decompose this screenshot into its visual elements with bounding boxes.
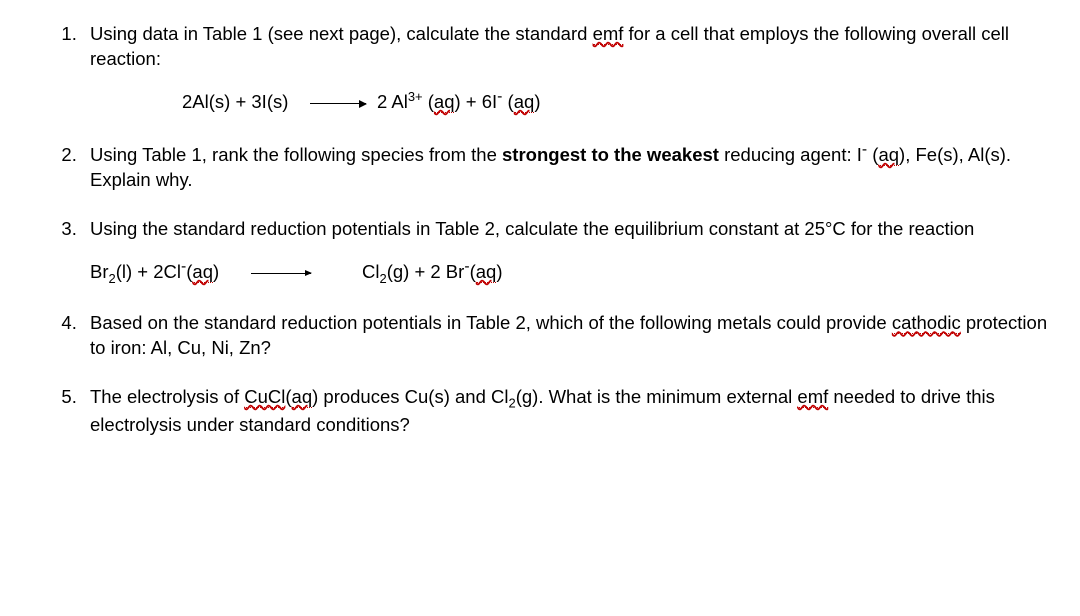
question-list: Using data in Table 1 (see next page), c…	[30, 22, 1050, 438]
question-3: Using the standard reduction potentials …	[82, 217, 1050, 287]
q3-equation: Br2(l) + 2Cl-(aq) Cl2(g) + 2 Br-(aq)	[90, 256, 1050, 287]
spellcheck-aq: aq	[878, 144, 899, 166]
q5-text: The electrolysis of CuCl(aq) produces Cu…	[90, 386, 995, 434]
spellcheck-aq: aq	[292, 386, 313, 408]
spellcheck-aq: aq	[192, 261, 213, 283]
reaction-arrow-icon	[251, 273, 311, 274]
q4-text: Based on the standard reduction potentia…	[90, 312, 1047, 358]
q1-equation: 2Al(s) + 3I(s) 2 Al3+ (aq) + 6I- (aq)	[182, 86, 1050, 115]
reaction-arrow-icon	[310, 103, 366, 104]
spellcheck-emf: emf	[797, 386, 828, 408]
q2-text: Using Table 1, rank the following specie…	[90, 144, 1011, 190]
spellcheck-cucl: CuCl	[244, 386, 285, 408]
question-5: The electrolysis of CuCl(aq) produces Cu…	[82, 385, 1050, 437]
q1-text: Using data in Table 1 (see next page), c…	[90, 23, 1009, 69]
spellcheck-aq: aq	[476, 261, 497, 283]
q3-text: Using the standard reduction potentials …	[90, 218, 974, 239]
question-1: Using data in Table 1 (see next page), c…	[82, 22, 1050, 115]
spellcheck-aq: aq	[514, 91, 535, 113]
question-4: Based on the standard reduction potentia…	[82, 311, 1050, 361]
spellcheck-emf: emf	[593, 23, 624, 45]
spellcheck-cathodic: cathodic	[892, 312, 961, 334]
spellcheck-aq: aq	[434, 91, 455, 113]
question-2: Using Table 1, rank the following specie…	[82, 139, 1050, 193]
